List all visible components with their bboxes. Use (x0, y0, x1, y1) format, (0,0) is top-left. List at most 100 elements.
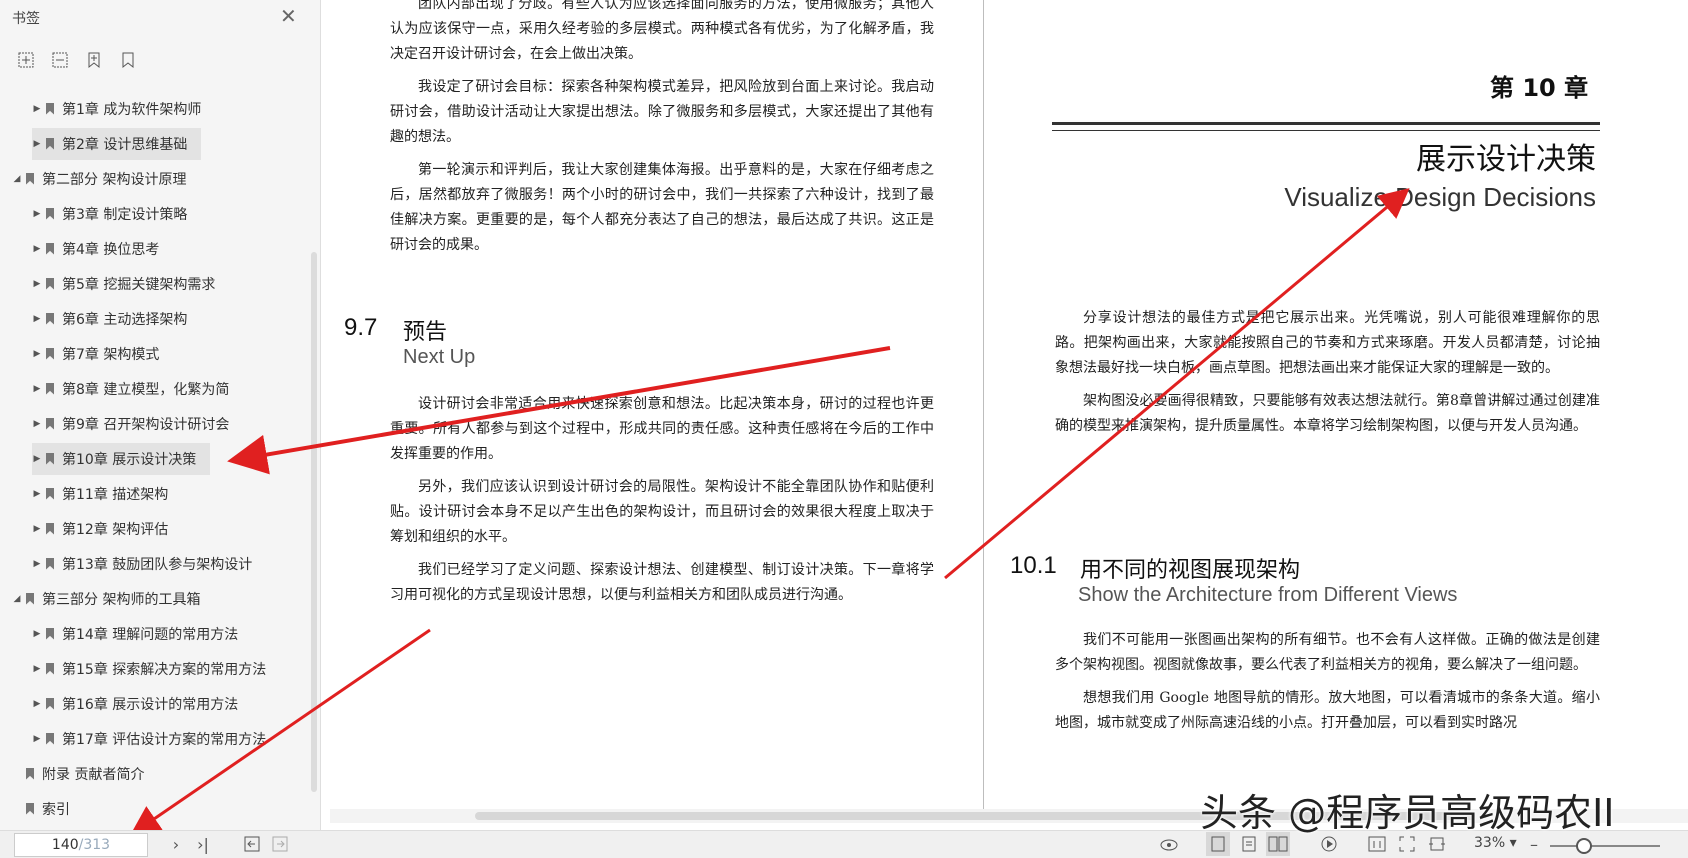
expand-caret-icon[interactable]: ▶ (32, 734, 42, 744)
sidebar-item-row[interactable]: ▶ 第9章 召开架构设计研讨会 (32, 408, 243, 440)
sidebar-item[interactable]: ▶ 第9章 召开架构设计研讨会 (0, 406, 310, 441)
bookmark-icon (26, 592, 34, 605)
sidebar-item-row[interactable]: ▶ 第5章 挖掘关键架构需求 (32, 268, 229, 300)
sidebar-item-label: 第11章 描述架构 (62, 486, 169, 503)
forward-icon[interactable] (270, 832, 290, 856)
expand-caret-icon[interactable]: ▶ (32, 384, 42, 394)
expand-caret-icon[interactable]: ▶ (32, 349, 42, 359)
sidebar-item[interactable]: ▶ 第12章 架构评估 (0, 511, 310, 546)
sidebar-item[interactable]: ▶ 第2章 设计思维基础 (0, 126, 310, 161)
bookmark-icon[interactable] (118, 50, 138, 70)
sidebar-item[interactable]: ▶ 第7章 架构模式 (0, 336, 310, 371)
sidebar-item-row[interactable]: ▶ 第8章 建立模型，化繁为简 (32, 373, 243, 405)
expand-caret-icon[interactable]: ▶ (32, 629, 42, 639)
eye-protect-icon[interactable] (1158, 832, 1180, 856)
sidebar-item-row[interactable]: ▶ 第10章 展示设计决策 (32, 442, 211, 475)
back-icon[interactable] (242, 832, 262, 856)
expand-caret-icon[interactable]: ▶ (32, 314, 42, 324)
bookmark-icon (46, 242, 54, 255)
paragraph: 分享设计想法的最佳方式是把它展示出来。光凭嘴说，别人可能很难理解你的思路。把架构… (1055, 310, 1600, 376)
sidebar-item-row[interactable]: ▶ 第1章 成为软件架构师 (32, 93, 215, 125)
sidebar-item-row[interactable]: ▶ 第2章 设计思维基础 (32, 127, 202, 160)
section-subtitle: Show the Architecture from Different Vie… (1078, 584, 1458, 606)
sidebar-item[interactable]: ▶ 第5章 挖掘关键架构需求 (0, 266, 310, 301)
sidebar-item-row[interactable]: 附录 贡献者简介 (12, 758, 158, 790)
next-page-icon[interactable]: › (166, 832, 186, 856)
sidebar-item-row[interactable]: 索引 (12, 793, 84, 825)
sidebar-item-row[interactable]: ▶ 第15章 探索解决方案的常用方法 (32, 653, 280, 685)
section-number: 9.7 (344, 314, 378, 341)
expand-caret-icon[interactable]: ▶ (32, 279, 42, 289)
sidebar-item-label: 第二部分 架构设计原理 (42, 171, 187, 188)
expand-caret-icon[interactable]: ▶ (32, 489, 42, 499)
expand-caret-icon[interactable]: ▶ (32, 209, 42, 219)
sidebar-item-label: 第13章 鼓励团队参与架构设计 (62, 556, 253, 573)
paragraph: 我们不可能用一张图画出架构的所有细节。也不会有人这样做。正确的做法是创建多个架构… (1055, 632, 1600, 673)
sidebar-item[interactable]: ▶ 第11章 描述架构 (0, 476, 310, 511)
sidebar-item-label: 第12章 架构评估 (62, 521, 169, 538)
paragraph: 设计研讨会非常适合用来快速探索创意和想法。比起决策本身，研讨的过程也许更重要。所… (390, 396, 934, 462)
collapse-caret-icon[interactable]: ◢ (12, 174, 22, 184)
bookmark-icon (26, 172, 34, 185)
sidebar-item-row[interactable]: ▶ 第4章 换位思考 (32, 233, 173, 265)
expand-caret-icon[interactable]: ▶ (32, 244, 42, 254)
sidebar-item-label: 第3章 制定设计策略 (62, 206, 188, 223)
section-body: 我们不可能用一张图画出架构的所有细节。也不会有人这样做。正确的做法是创建多个架构… (1055, 628, 1600, 744)
sidebar-item[interactable]: ▶ 第6章 主动选择架构 (0, 301, 310, 336)
expand-caret-icon[interactable]: ▶ (32, 524, 42, 534)
add-bookmark-icon[interactable] (84, 50, 104, 70)
sidebar-item-row[interactable]: ▶ 第7章 架构模式 (32, 338, 173, 370)
sidebar-item[interactable]: 附录 贡献者简介 (0, 756, 310, 791)
sidebar-item[interactable]: ▶ 第17章 评估设计方案的常用方法 (0, 721, 310, 756)
expand-caret-icon[interactable]: ▶ (32, 454, 42, 464)
close-icon[interactable]: ✕ (280, 6, 297, 26)
sidebar-item[interactable]: ▶ 第14章 理解问题的常用方法 (0, 616, 310, 651)
sidebar-item-label: 附录 贡献者简介 (42, 766, 145, 783)
sidebar-item[interactable]: ▶ 第8章 建立模型，化繁为简 (0, 371, 310, 406)
sidebar-scrollbar[interactable] (311, 252, 317, 792)
sidebar-item[interactable]: ◢ 第三部分 架构师的工具箱 (0, 581, 310, 616)
watermark: 头条 @程序员高级码农II (1200, 791, 1615, 835)
zoom-slider-handle[interactable] (1576, 838, 1592, 854)
sidebar-item-row[interactable]: ◢ 第三部分 架构师的工具箱 (12, 583, 214, 615)
sidebar-item[interactable]: ▶ 第10章 展示设计决策 (0, 441, 310, 476)
sidebar-item[interactable]: ▶ 第1章 成为软件架构师 (0, 91, 310, 126)
sidebar-item-row[interactable]: ▶ 第12章 架构评估 (32, 513, 182, 545)
expand-caret-icon[interactable]: ▶ (32, 559, 42, 569)
expand-all-icon[interactable] (16, 50, 36, 70)
section-number: 10.1 (1010, 552, 1057, 579)
collapse-caret-icon[interactable]: ◢ (12, 594, 22, 604)
sidebar-item-row[interactable]: ▶ 第13章 鼓励团队参与架构设计 (32, 548, 266, 580)
expand-caret-icon[interactable]: ▶ (32, 104, 42, 114)
sidebar-item[interactable]: ▶ 第15章 探索解决方案的常用方法 (0, 651, 310, 686)
bookmark-icon (46, 627, 54, 640)
zoom-level[interactable]: 33% ▾ (1474, 835, 1517, 851)
sidebar-item-row[interactable]: ▶ 第11章 描述架构 (32, 478, 182, 510)
bookmark-icon (46, 662, 54, 675)
expand-caret-icon[interactable]: ▶ (32, 139, 42, 149)
sidebar-item[interactable]: ◢ 第二部分 架构设计原理 (0, 161, 310, 196)
bookmark-icon (46, 137, 54, 150)
sidebar-item-row[interactable]: ▶ 第3章 制定设计策略 (32, 198, 201, 230)
left-page-top-text: 团队内部出现了分歧。有些人认为应该选择面向服务的方法，使用微服务；其他人认为应该… (390, 0, 934, 266)
sidebar-item[interactable]: ▶ 第4章 换位思考 (0, 231, 310, 266)
section-title: 预告 (403, 320, 448, 345)
zoom-slider[interactable] (1550, 845, 1660, 847)
sidebar-item-row[interactable]: ▶ 第16章 展示设计的常用方法 (32, 688, 252, 720)
expand-caret-icon[interactable]: ▶ (32, 664, 42, 674)
sidebar-item[interactable]: ▶ 第3章 制定设计策略 (0, 196, 310, 231)
sidebar-item-row[interactable]: ▶ 第14章 理解问题的常用方法 (32, 618, 252, 650)
expand-caret-icon[interactable]: ▶ (32, 699, 42, 709)
sidebar-item[interactable]: ▶ 第13章 鼓励团队参与架构设计 (0, 546, 310, 581)
collapse-all-icon[interactable] (50, 50, 70, 70)
sidebar-item[interactable]: 索引 (0, 791, 310, 826)
sidebar-item-row[interactable]: ▶ 第6章 主动选择架构 (32, 303, 201, 335)
sidebar-item-row[interactable]: ◢ 第二部分 架构设计原理 (12, 163, 200, 195)
expand-caret-icon[interactable]: ▶ (32, 419, 42, 429)
sidebar-item[interactable]: ▶ 第16章 展示设计的常用方法 (0, 686, 310, 721)
section-subtitle: Next Up (403, 346, 476, 368)
page-number-input[interactable]: 140/313 (14, 833, 148, 857)
last-page-icon[interactable]: ›| (193, 832, 213, 856)
sidebar-toolbar (16, 50, 138, 70)
sidebar-item-row[interactable]: ▶ 第17章 评估设计方案的常用方法 (32, 723, 280, 755)
